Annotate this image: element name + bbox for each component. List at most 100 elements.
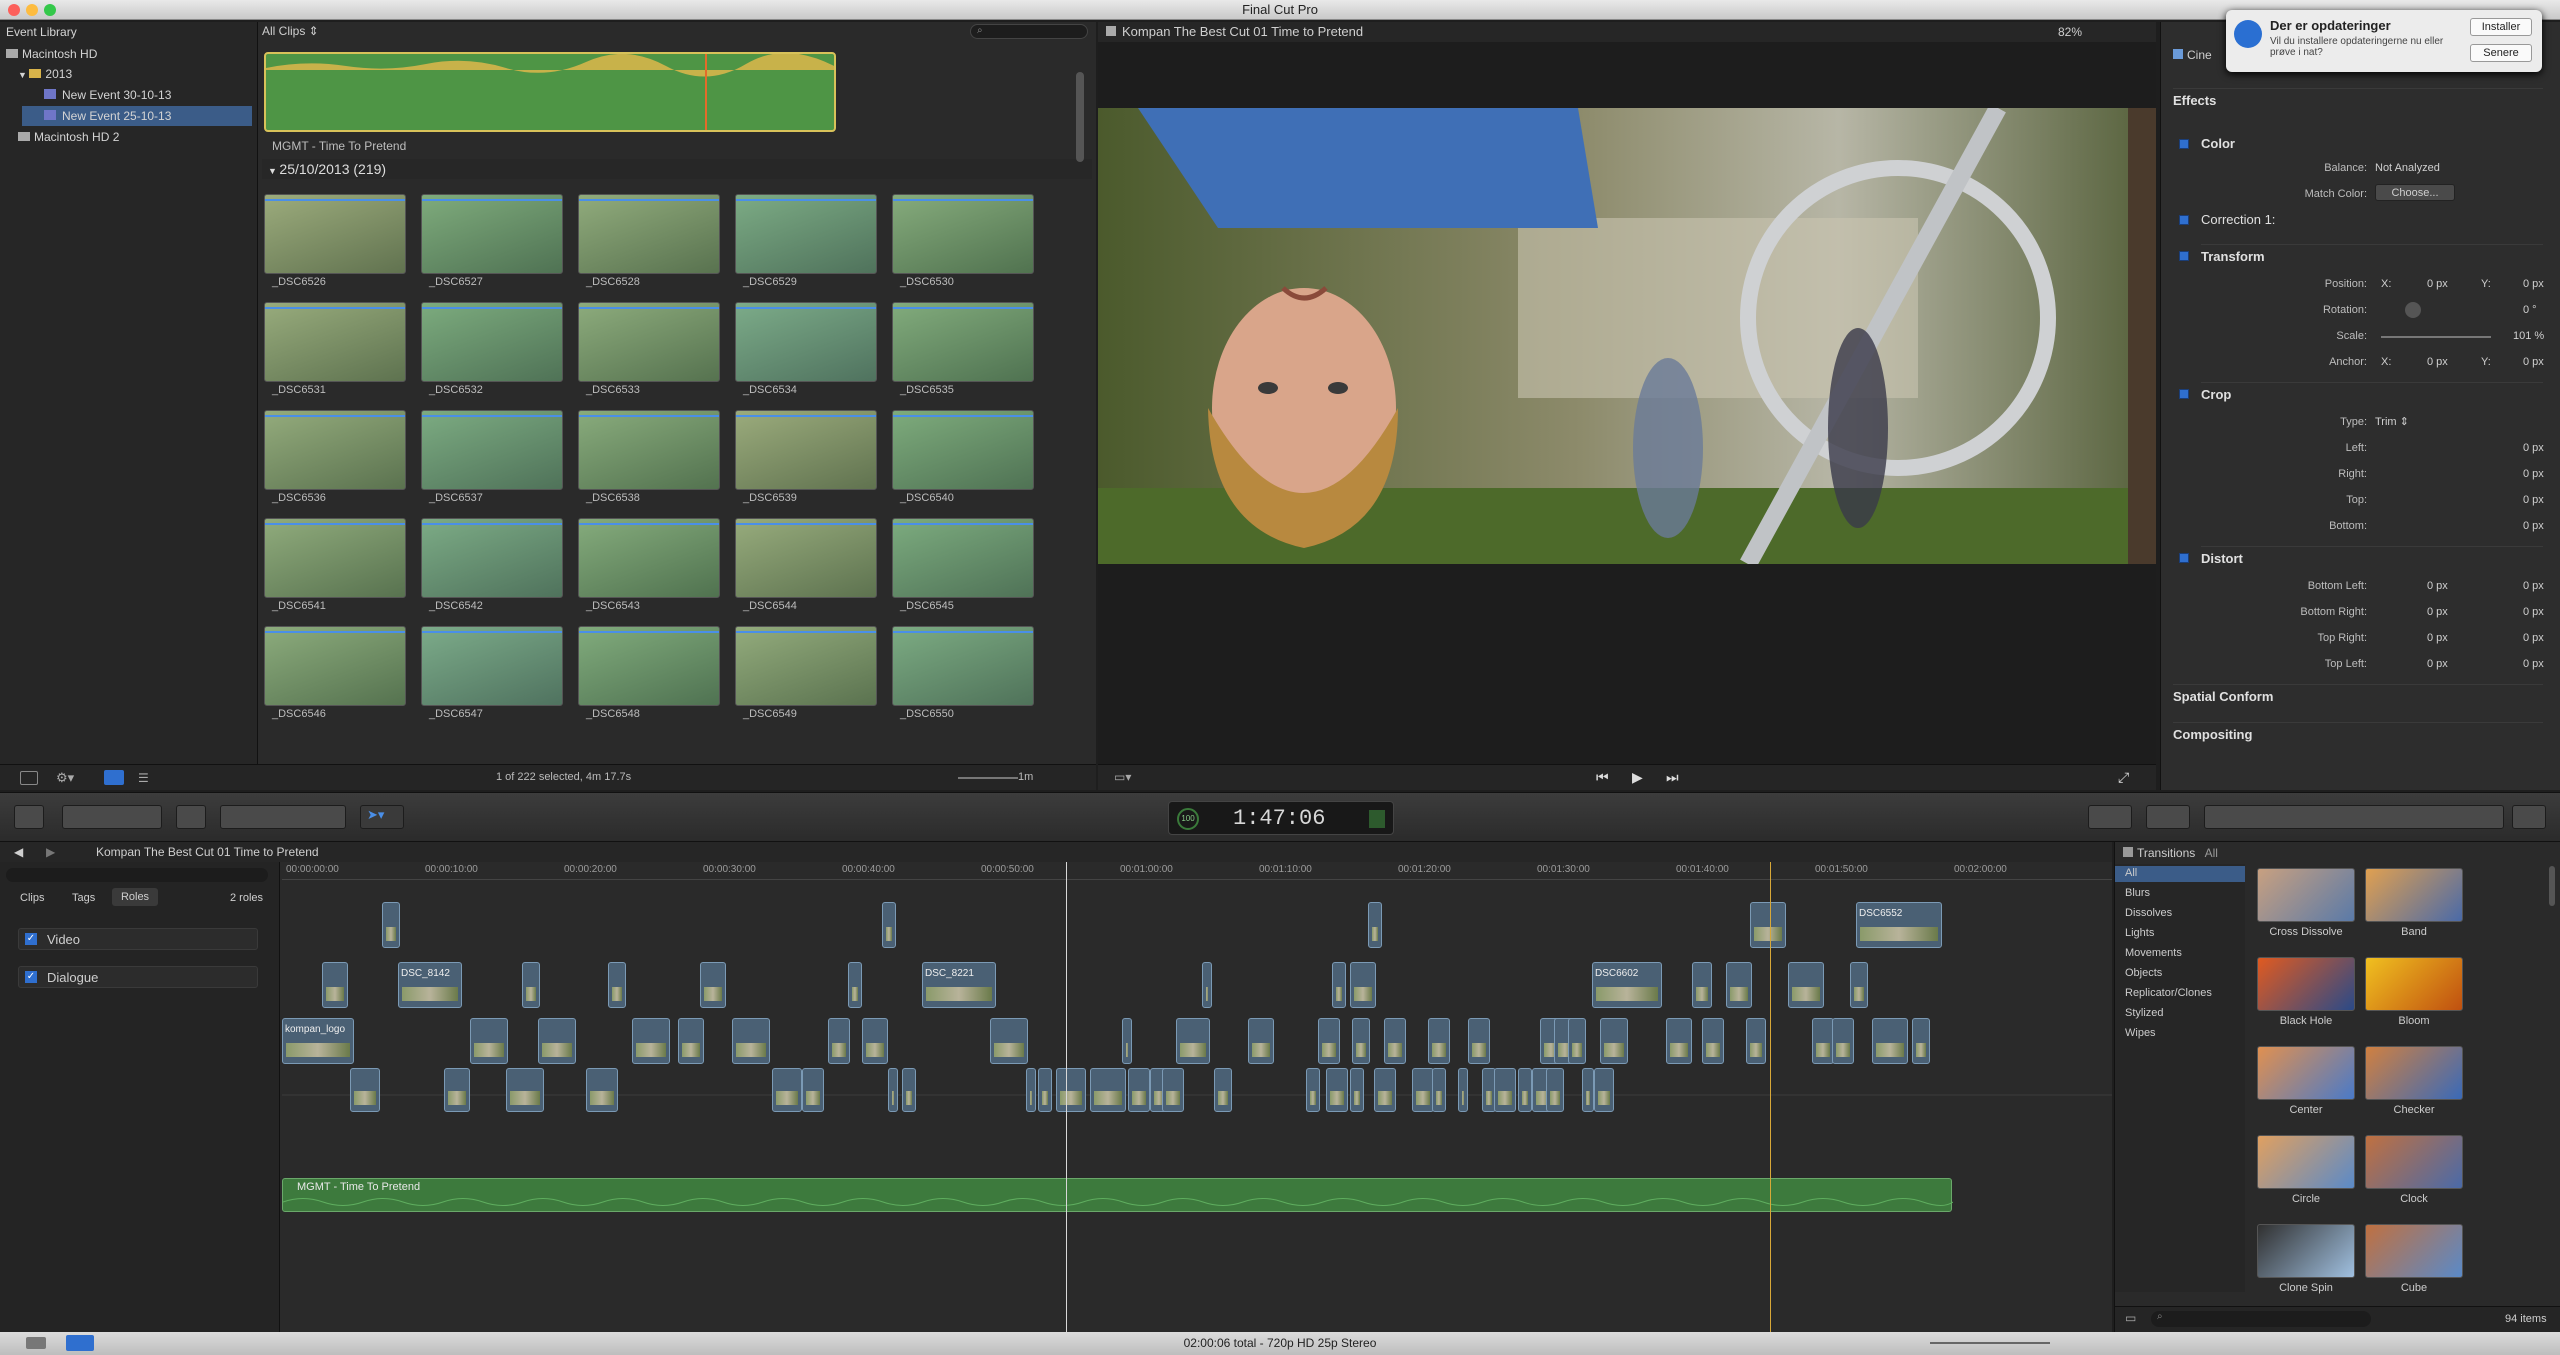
- clip-thumbnail[interactable]: [421, 626, 563, 706]
- timeline-clip[interactable]: [1056, 1068, 1086, 1112]
- fullscreen-button[interactable]: ⤢: [2118, 769, 2129, 786]
- crop-right-value[interactable]: 0 px: [2523, 465, 2544, 483]
- timeline-clip[interactable]: [1352, 1018, 1370, 1064]
- browser-search-field[interactable]: ⌕: [970, 24, 1088, 39]
- timeline-index-search[interactable]: [6, 868, 268, 882]
- transition-thumbnail[interactable]: [2365, 1224, 2463, 1278]
- timeline-clip[interactable]: [1374, 1068, 1396, 1112]
- timeline-clip[interactable]: [1306, 1068, 1320, 1112]
- clip-thumbnail[interactable]: [578, 194, 720, 274]
- timeline-clip[interactable]: [828, 1018, 850, 1064]
- color-section[interactable]: Color: [2201, 132, 2543, 156]
- timeline-clip[interactable]: [1318, 1018, 1340, 1064]
- timecode-display[interactable]: 1:47:06: [1233, 806, 1325, 831]
- category-blurs[interactable]: Blurs: [2125, 887, 2150, 899]
- timeline-clip[interactable]: [1038, 1068, 1052, 1112]
- timeline-clip[interactable]: [1458, 1068, 1468, 1112]
- bottom-right-x-value[interactable]: 0 px: [2427, 603, 2448, 621]
- scale-slider[interactable]: [2381, 336, 2491, 338]
- compositing-section[interactable]: Compositing: [2173, 722, 2543, 746]
- timeline-clip[interactable]: [1176, 1018, 1210, 1064]
- date-group-header[interactable]: ▼ 25/10/2013 (219): [262, 159, 1092, 179]
- timeline-clip[interactable]: [1412, 1068, 1434, 1112]
- inspector-tab[interactable]: Cine: [2173, 48, 2212, 62]
- top-left-y-value[interactable]: 0 px: [2523, 655, 2544, 673]
- transitions-search-field[interactable]: ⌕: [2151, 1311, 2371, 1327]
- timeline-clip[interactable]: [1432, 1068, 1446, 1112]
- role-dialogue-checkbox[interactable]: ✓: [25, 971, 37, 983]
- timeline-clip[interactable]: [1594, 1068, 1614, 1112]
- timeline-clip[interactable]: [350, 1068, 380, 1112]
- transition-thumbnail[interactable]: [2365, 1046, 2463, 1100]
- share-button[interactable]: [2512, 805, 2546, 829]
- back-arrow-icon[interactable]: ◀: [14, 842, 23, 862]
- clip-thumbnail[interactable]: [421, 410, 563, 490]
- timeline-clip[interactable]: [1750, 902, 1786, 948]
- timeline-clip[interactable]: DSC_8221: [922, 962, 996, 1008]
- import-button[interactable]: [14, 805, 44, 829]
- browser-scrollbar[interactable]: [1076, 72, 1084, 162]
- role-row-video[interactable]: ✓ Video: [18, 928, 258, 950]
- timeline-clip[interactable]: [802, 1068, 824, 1112]
- keyword-button[interactable]: [176, 805, 206, 829]
- clip-thumbnail[interactable]: [892, 302, 1034, 382]
- media-browser-buttons[interactable]: [2204, 805, 2504, 829]
- timeline-clip[interactable]: [608, 962, 626, 1008]
- index-tab-roles[interactable]: Roles: [112, 888, 158, 906]
- timeline-clip[interactable]: [1494, 1068, 1516, 1112]
- timeline-clip[interactable]: [1026, 1068, 1036, 1112]
- clip-size-slider[interactable]: [958, 777, 1018, 779]
- later-button[interactable]: Senere: [2470, 44, 2532, 62]
- position-x-value[interactable]: 0 px: [2427, 275, 2448, 293]
- timeline-clip[interactable]: [862, 1018, 888, 1064]
- playhead[interactable]: [1066, 862, 1067, 1332]
- timeline-clip[interactable]: [990, 1018, 1028, 1064]
- audio-clip-thumbnail[interactable]: [264, 52, 836, 132]
- transition-thumbnail[interactable]: [2257, 868, 2355, 922]
- timeline-clip[interactable]: [1214, 1068, 1232, 1112]
- category-dissolves[interactable]: Dissolves: [2125, 907, 2172, 919]
- timeline-clip[interactable]: [1162, 1068, 1184, 1112]
- gear-icon[interactable]: ⚙▾: [56, 770, 74, 786]
- clip-thumbnail[interactable]: [578, 626, 720, 706]
- timeline-clip[interactable]: [1122, 1018, 1132, 1064]
- edit-buttons[interactable]: [220, 805, 346, 829]
- timeline-clip[interactable]: [1600, 1018, 1628, 1064]
- zoom-window-button[interactable]: [44, 4, 56, 16]
- timeline-clip[interactable]: [506, 1068, 544, 1112]
- install-button[interactable]: Installer: [2470, 18, 2532, 36]
- category-movements[interactable]: Movements: [2125, 947, 2182, 959]
- timeline-clip[interactable]: [888, 1068, 898, 1112]
- anchor-x-value[interactable]: 0 px: [2427, 353, 2448, 371]
- background-tasks-indicator[interactable]: 100: [1177, 808, 1199, 830]
- timeline-clip[interactable]: [586, 1068, 618, 1112]
- timeline-clip[interactable]: [902, 1068, 916, 1112]
- transition-thumbnail[interactable]: [2257, 1135, 2355, 1189]
- previous-edit-button[interactable]: ⏮: [1596, 769, 1609, 786]
- list-view-button[interactable]: ☰: [138, 771, 149, 785]
- timeline-clip[interactable]: [1428, 1018, 1450, 1064]
- timeline-clip[interactable]: [1692, 962, 1712, 1008]
- clip-thumbnail[interactable]: [264, 518, 406, 598]
- clip-thumbnail[interactable]: [264, 626, 406, 706]
- top-right-y-value[interactable]: 0 px: [2523, 629, 2544, 647]
- clip-thumbnail[interactable]: [421, 302, 563, 382]
- clip-thumbnail[interactable]: [735, 626, 877, 706]
- bottom-left-y-value[interactable]: 0 px: [2523, 577, 2544, 595]
- timeline-clip[interactable]: [1090, 1068, 1126, 1112]
- timeline-clip[interactable]: [1568, 1018, 1586, 1064]
- color-enable-checkbox[interactable]: [2179, 139, 2189, 149]
- crop-section[interactable]: Crop: [2201, 382, 2543, 406]
- timeline-clip[interactable]: [1384, 1018, 1406, 1064]
- anchor-y-value[interactable]: 0 px: [2523, 353, 2544, 371]
- timeline-clip[interactable]: [1248, 1018, 1274, 1064]
- crop-top-value[interactable]: 0 px: [2523, 491, 2544, 509]
- view-options-button[interactable]: ▭▾: [1114, 770, 1131, 784]
- minimize-window-button[interactable]: [26, 4, 38, 16]
- clip-thumbnail[interactable]: [892, 410, 1034, 490]
- role-video-checkbox[interactable]: ✓: [25, 933, 37, 945]
- category-objects[interactable]: Objects: [2125, 967, 2162, 979]
- timeline-clip[interactable]: [1746, 1018, 1766, 1064]
- next-edit-button[interactable]: ⏭: [1666, 769, 1679, 786]
- timeline-clip[interactable]: [1850, 962, 1868, 1008]
